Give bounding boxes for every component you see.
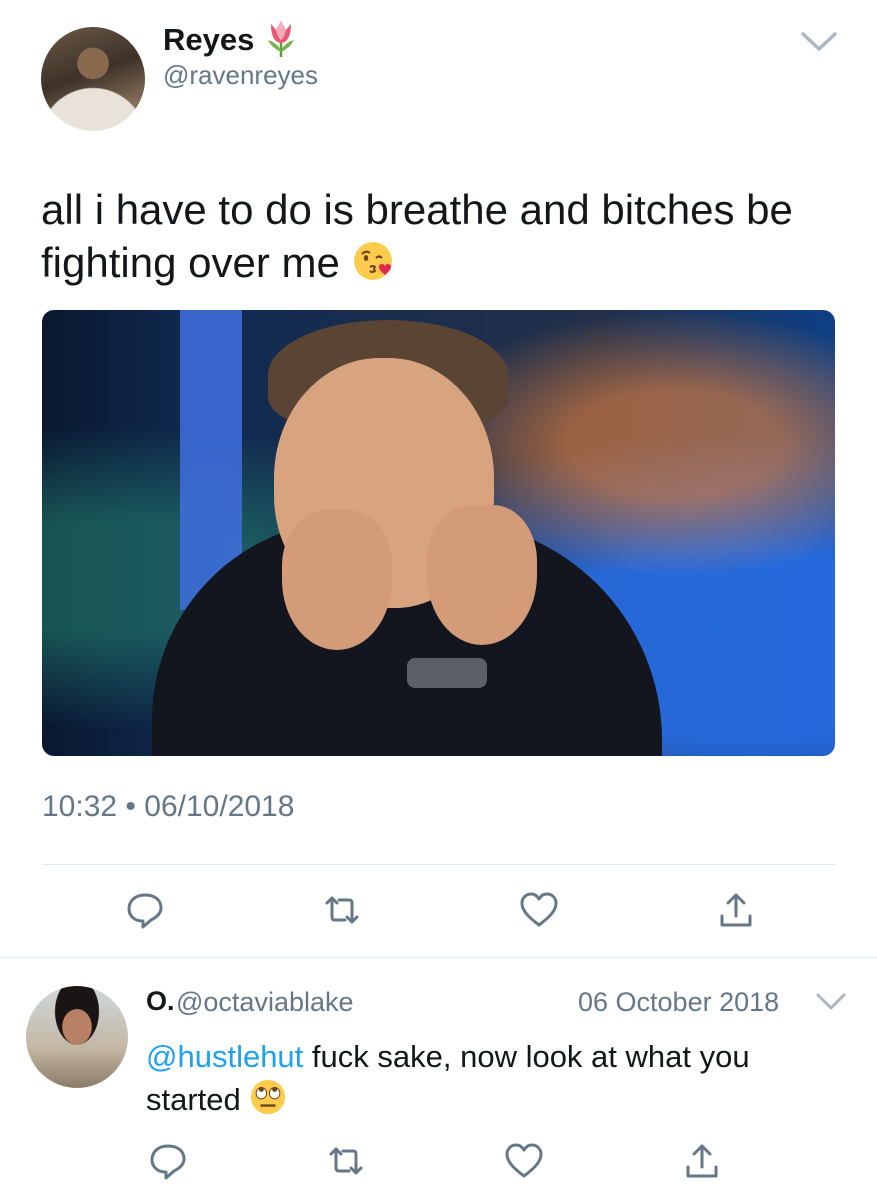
reply-icon[interactable] (146, 1139, 190, 1183)
person-right-hand (427, 505, 537, 645)
tweet-timestamp[interactable]: 10:32 • 06/10/2018 (42, 790, 294, 824)
like-icon[interactable] (517, 888, 561, 932)
chevron-down-icon[interactable] (815, 991, 847, 1013)
divider (42, 864, 835, 865)
divider (0, 957, 877, 958)
share-icon[interactable] (714, 888, 758, 932)
rolling-eyes-emoji-icon (249, 1078, 287, 1127)
reply-author-avatar[interactable] (26, 986, 128, 1088)
reply-author-name[interactable]: O. (146, 986, 175, 1017)
tweet-time: 10:32 (42, 790, 118, 823)
share-icon[interactable] (680, 1139, 724, 1183)
retweet-icon[interactable] (324, 1139, 368, 1183)
tweet-date: 06/10/2018 (144, 790, 295, 823)
kissing-face-emoji-icon (352, 239, 396, 295)
author-handle[interactable]: @ravenreyes (163, 60, 318, 91)
reply-author-handle[interactable]: @octaviablake (176, 987, 354, 1018)
author-avatar[interactable] (41, 27, 145, 131)
reply-date[interactable]: 06 October 2018 (578, 987, 779, 1018)
retweet-icon[interactable] (320, 888, 364, 932)
person-watch (407, 658, 487, 688)
tweet-text: all i have to do is breathe and bitches … (41, 183, 841, 295)
like-icon[interactable] (502, 1139, 546, 1183)
person-left-hand (282, 510, 392, 650)
tweet-text-body: all i have to do is breathe and bitches … (41, 186, 793, 286)
reply-text: @hustlehut fuck sake, now look at what y… (146, 1036, 846, 1127)
reply-icon[interactable] (123, 888, 167, 932)
author-display-name[interactable]: Reyes (163, 22, 254, 58)
tweet-media-image[interactable] (42, 310, 835, 756)
chevron-down-icon[interactable] (800, 30, 838, 54)
timestamp-separator: • (125, 790, 136, 823)
tulip-icon (262, 18, 300, 58)
mention-link[interactable]: @hustlehut (146, 1039, 303, 1074)
